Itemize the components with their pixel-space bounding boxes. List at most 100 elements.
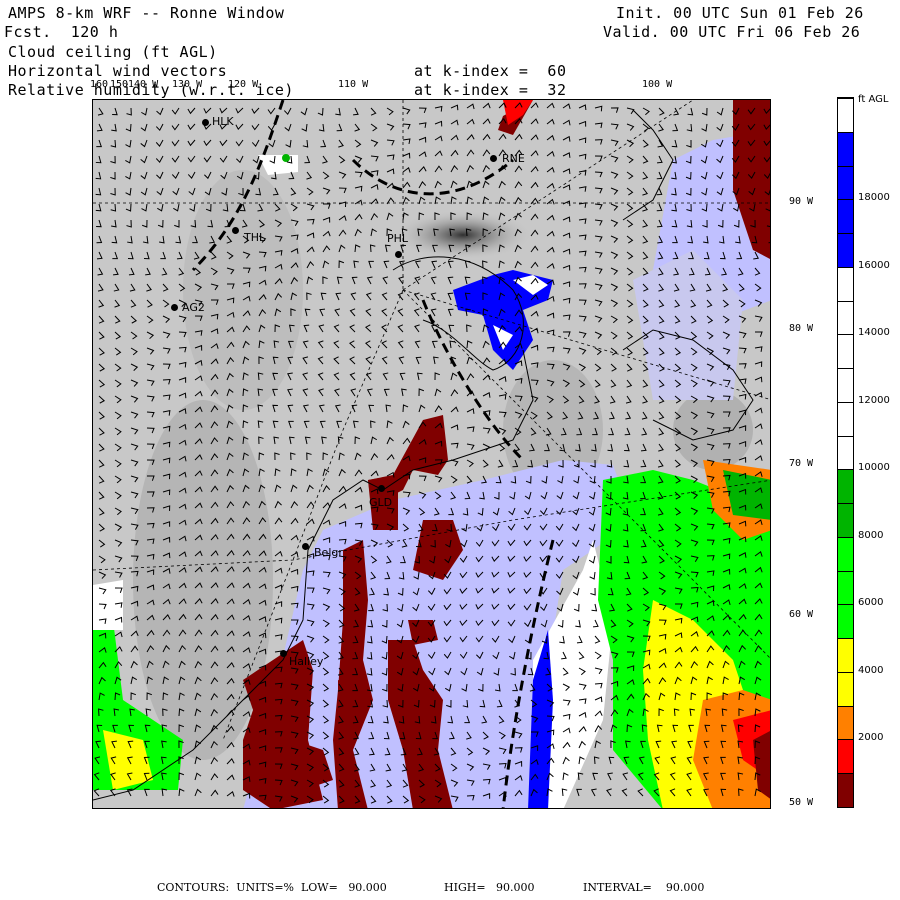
wind-barb [626, 171, 634, 180]
wind-barb [290, 585, 299, 592]
wind-barb [562, 281, 571, 287]
wind-barb [353, 260, 359, 269]
wind-barb [274, 550, 283, 557]
wind-barb [130, 411, 139, 419]
wind-barb [578, 299, 587, 306]
wind-barb [386, 139, 395, 146]
wind-barb [112, 251, 119, 260]
wind-barb [626, 107, 635, 115]
wind-barb [128, 251, 134, 260]
wind-barb [159, 235, 165, 244]
wind-barb [418, 475, 427, 482]
wind-barb [95, 187, 102, 196]
wind-barb [257, 404, 264, 413]
wind-barb [97, 283, 104, 292]
wind-barb [642, 155, 649, 164]
wind-barb [386, 436, 394, 445]
wind-barb [594, 363, 602, 372]
wind-barb [322, 485, 331, 493]
wind-barb [386, 212, 394, 221]
wind-barb [98, 427, 105, 436]
wind-barb [140, 155, 148, 164]
wind-barb [562, 152, 571, 158]
wind-barb [626, 379, 633, 388]
wind-barb [96, 123, 103, 132]
wind-barb [114, 299, 121, 308]
wind-barb [140, 123, 148, 132]
wind-barb [302, 388, 309, 397]
wind-barb [187, 155, 196, 163]
wind-barb [336, 420, 342, 429]
wind-barb [174, 219, 180, 228]
wind-barb [450, 406, 459, 413]
wind-barb [304, 436, 311, 445]
wind-barb [160, 251, 167, 260]
station-marker [302, 543, 309, 550]
wind-barb [321, 436, 327, 445]
wind-barb [114, 347, 122, 356]
wind-barb [322, 452, 329, 461]
wind-barb [656, 203, 663, 212]
wind-barb [252, 155, 260, 164]
wind-barb [658, 123, 664, 132]
wind-barb [578, 153, 587, 160]
colorbar-segment [838, 739, 853, 774]
wind-barb [162, 410, 171, 416]
wind-barb [350, 388, 357, 397]
wind-barb [546, 150, 555, 157]
wind-barb [127, 235, 133, 244]
wind-barb [716, 107, 724, 116]
wind-barb [434, 165, 443, 173]
wind-barb [144, 251, 150, 260]
wind-barb [365, 324, 372, 333]
wind-barb [594, 331, 603, 339]
wind-barb [320, 292, 327, 301]
wind-barb [303, 420, 310, 429]
wind-barb [562, 168, 571, 175]
wind-barb [414, 260, 421, 269]
wind-barb [608, 756, 615, 765]
wind-barb [334, 388, 340, 397]
lon-label: 150 [110, 79, 129, 90]
wind-barb [114, 555, 123, 563]
wind-barb [354, 244, 361, 253]
wind-barb [386, 154, 395, 160]
wind-barb [482, 102, 491, 109]
wind-barb [514, 165, 523, 173]
wind-barb [610, 139, 619, 147]
wind-barb [98, 315, 105, 324]
wind-barb [482, 340, 490, 349]
wind-barb [609, 395, 616, 404]
wind-barb [287, 388, 293, 397]
wind-barb [386, 123, 395, 131]
wind-barb [381, 292, 388, 301]
wind-barb [114, 363, 122, 372]
wind-barb [110, 203, 117, 212]
wind-barb [210, 789, 219, 797]
wind-barb [242, 420, 249, 429]
wind-barb [130, 660, 138, 669]
wind-barb [466, 103, 475, 110]
wind-barb [162, 331, 171, 339]
wind-barb [546, 182, 555, 189]
wind-barb [302, 139, 309, 148]
wind-barb [578, 283, 587, 289]
wind-barb [351, 276, 358, 285]
wind-barb [171, 155, 180, 163]
wind-barb [171, 107, 180, 115]
wind-barb [626, 235, 634, 244]
wind-barb [110, 187, 116, 196]
wind-barb [338, 155, 346, 164]
wind-barb [143, 788, 150, 797]
wind-barb [155, 155, 164, 164]
colorbar-segment [838, 503, 853, 537]
wind-barb [188, 187, 196, 196]
wind-barb [626, 203, 634, 212]
colorbar-tick-label: 10000 [858, 462, 890, 474]
wind-barb [447, 276, 454, 285]
wind-barb [353, 107, 359, 116]
wind-barb [125, 123, 132, 132]
wind-barb [370, 123, 378, 132]
wind-barb [176, 251, 183, 260]
wind-barb [322, 276, 328, 285]
